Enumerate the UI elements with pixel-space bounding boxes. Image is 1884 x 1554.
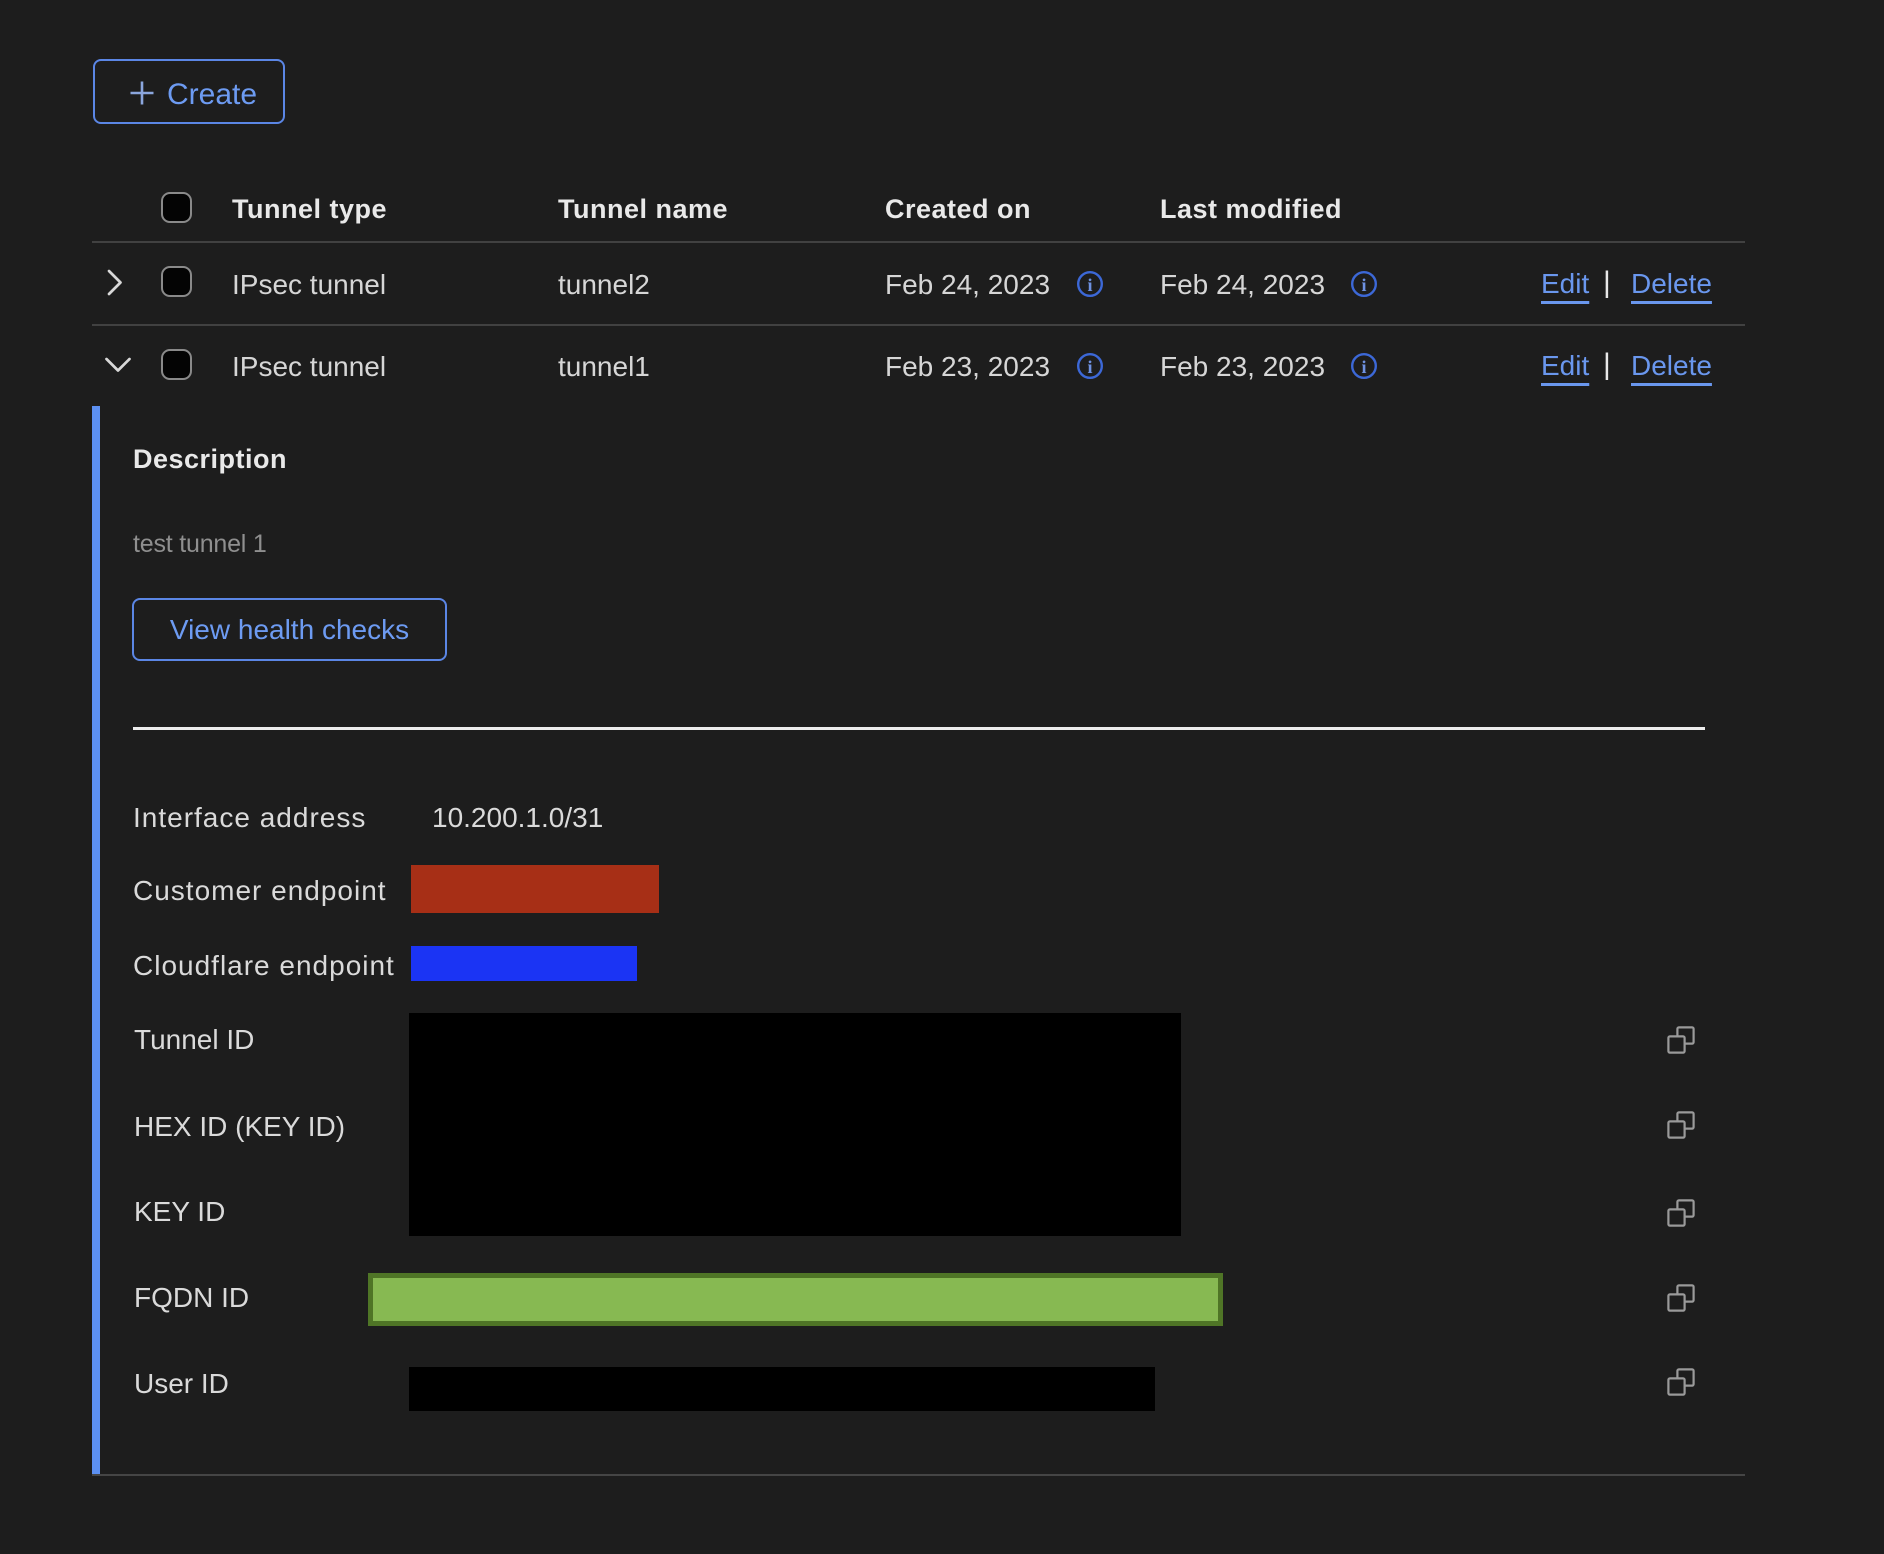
svg-text:i: i xyxy=(1087,275,1092,295)
svg-text:i: i xyxy=(1361,357,1366,377)
svg-text:i: i xyxy=(1087,357,1092,377)
svg-text:i: i xyxy=(1361,275,1366,295)
